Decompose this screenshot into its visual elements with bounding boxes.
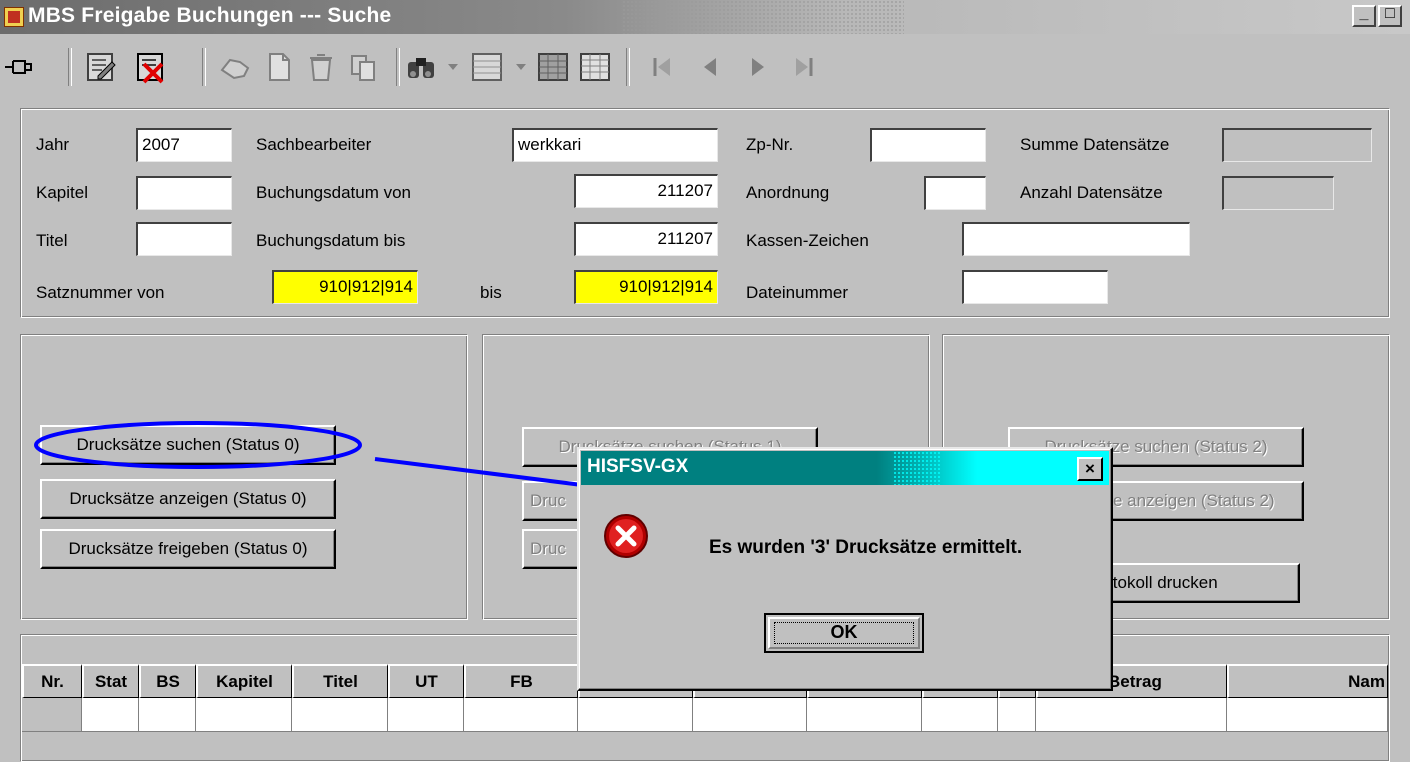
annotation-ellipse: [34, 421, 362, 469]
dropdown-arrow-icon[interactable]: [440, 50, 474, 84]
table-cell[interactable]: [998, 698, 1036, 732]
summe-datensaetze-field: [1222, 128, 1372, 162]
dateinummer-field[interactable]: [962, 270, 1108, 304]
ok-button[interactable]: OK: [764, 613, 924, 653]
column-header[interactable]: Titel: [292, 664, 388, 698]
anordnung-field[interactable]: [924, 176, 986, 210]
dialog-titlebar-pattern: [893, 451, 941, 485]
dialog-close-button[interactable]: ×: [1077, 457, 1103, 481]
toolbar-separator: [202, 48, 206, 86]
kapitel-label: Kapitel: [36, 183, 88, 202]
satznummer-von-label: Satznummer von: [36, 283, 165, 302]
buchungsdatum-bis-field[interactable]: 211207: [574, 222, 718, 256]
table-cell[interactable]: [82, 698, 139, 732]
annotation-overlay: [34, 421, 590, 488]
maximize-button[interactable]: □: [1378, 5, 1402, 27]
column-header[interactable]: Kapitel: [196, 664, 292, 698]
anzahl-datensaetze-label: Anzahl Datensätze: [1020, 183, 1163, 202]
dialog-message: Es wurden '3' Drucksätze ermittelt.: [709, 537, 1023, 558]
app-icon: [4, 7, 24, 27]
titel-field[interactable]: [136, 222, 232, 256]
next-record-icon[interactable]: [740, 50, 774, 84]
table-cell[interactable]: [578, 698, 693, 732]
table-cell[interactable]: [196, 698, 292, 732]
dateinummer-label: Dateinummer: [746, 283, 849, 302]
jahr-field[interactable]: 2007: [136, 128, 232, 162]
dialog-title: HISFSV-GX: [587, 456, 689, 477]
binoculars-icon[interactable]: [404, 50, 438, 84]
buchungsdatum-von-label: Buchungsdatum von: [256, 183, 411, 202]
anordnung-label: Anordnung: [746, 183, 830, 202]
annotation-connector: [374, 457, 590, 488]
ok-button-label: OK: [830, 622, 858, 642]
table-cell[interactable]: [464, 698, 578, 732]
first-record-icon[interactable]: [646, 50, 680, 84]
titlebar-pattern: [622, 0, 904, 34]
hand-icon[interactable]: [218, 50, 252, 84]
row-selector[interactable]: [22, 698, 82, 732]
previous-record-icon[interactable]: [694, 50, 728, 84]
toolbar-separator: [396, 48, 400, 86]
grid-icon[interactable]: [470, 50, 504, 84]
last-record-icon[interactable]: [786, 50, 820, 84]
sachbearbeiter-field[interactable]: werkkari: [512, 128, 718, 162]
message-dialog: HISFSV-GX × Es wurden '3' Drucksätze erm…: [577, 447, 1113, 691]
table-cell[interactable]: [922, 698, 998, 732]
column-header[interactable]: Stat: [82, 664, 139, 698]
buchungsdatum-von-field[interactable]: 211207: [574, 174, 718, 208]
bis-label: bis: [480, 283, 502, 302]
satznummer-bis-field[interactable]: 910|912|914: [574, 270, 718, 304]
table-cell[interactable]: [388, 698, 464, 732]
column-header[interactable]: Nr.: [22, 664, 82, 698]
column-header[interactable]: Nam: [1227, 664, 1388, 698]
table-cell[interactable]: [807, 698, 922, 732]
dialog-titlebar[interactable]: HISFSV-GX ×: [581, 451, 1109, 485]
table-cell[interactable]: [292, 698, 388, 732]
edit-record-icon[interactable]: [84, 50, 118, 84]
toolbar-separator: [68, 48, 72, 86]
window-titlebar[interactable]: MBS Freigabe Buchungen --- Suche _ □: [0, 0, 1410, 34]
minimize-button[interactable]: _: [1352, 5, 1376, 27]
table-cell[interactable]: [693, 698, 807, 732]
satznummer-von-field[interactable]: 910|912|914: [272, 270, 418, 304]
table-cell[interactable]: [1227, 698, 1388, 732]
zp-nr-field[interactable]: [870, 128, 986, 162]
toolbar: [0, 38, 1410, 94]
table-cell[interactable]: [139, 698, 196, 732]
column-header[interactable]: BS: [139, 664, 196, 698]
table-icon[interactable]: [578, 50, 612, 84]
trash-icon[interactable]: [304, 50, 338, 84]
window-title: MBS Freigabe Buchungen --- Suche: [28, 4, 392, 27]
pin-icon[interactable]: [2, 50, 36, 84]
kapitel-field[interactable]: [136, 176, 232, 210]
jahr-label: Jahr: [36, 135, 70, 154]
titel-label: Titel: [36, 231, 68, 250]
error-icon: [603, 513, 649, 559]
toolbar-separator: [626, 48, 630, 86]
drucksaetze-freigeben-status0-button[interactable]: Drucksätze freigeben (Status 0): [40, 529, 336, 569]
anzahl-datensaetze-field: [1222, 176, 1334, 210]
kassen-zeichen-field[interactable]: [962, 222, 1190, 256]
new-document-icon[interactable]: [262, 50, 296, 84]
grid-export-icon[interactable]: [536, 50, 570, 84]
column-header[interactable]: UT: [388, 664, 464, 698]
summe-datensaetze-label: Summe Datensätze: [1020, 135, 1170, 154]
sachbearbeiter-label: Sachbearbeiter: [256, 135, 372, 154]
delete-record-icon[interactable]: [134, 50, 168, 84]
column-header[interactable]: FB: [464, 664, 578, 698]
kassen-zeichen-label: Kassen-Zeichen: [746, 231, 869, 250]
copy-icon[interactable]: [346, 50, 380, 84]
table-cell[interactable]: [1036, 698, 1227, 732]
buchungsdatum-bis-label: Buchungsdatum bis: [256, 231, 406, 250]
zp-nr-label: Zp-Nr.: [746, 135, 794, 154]
